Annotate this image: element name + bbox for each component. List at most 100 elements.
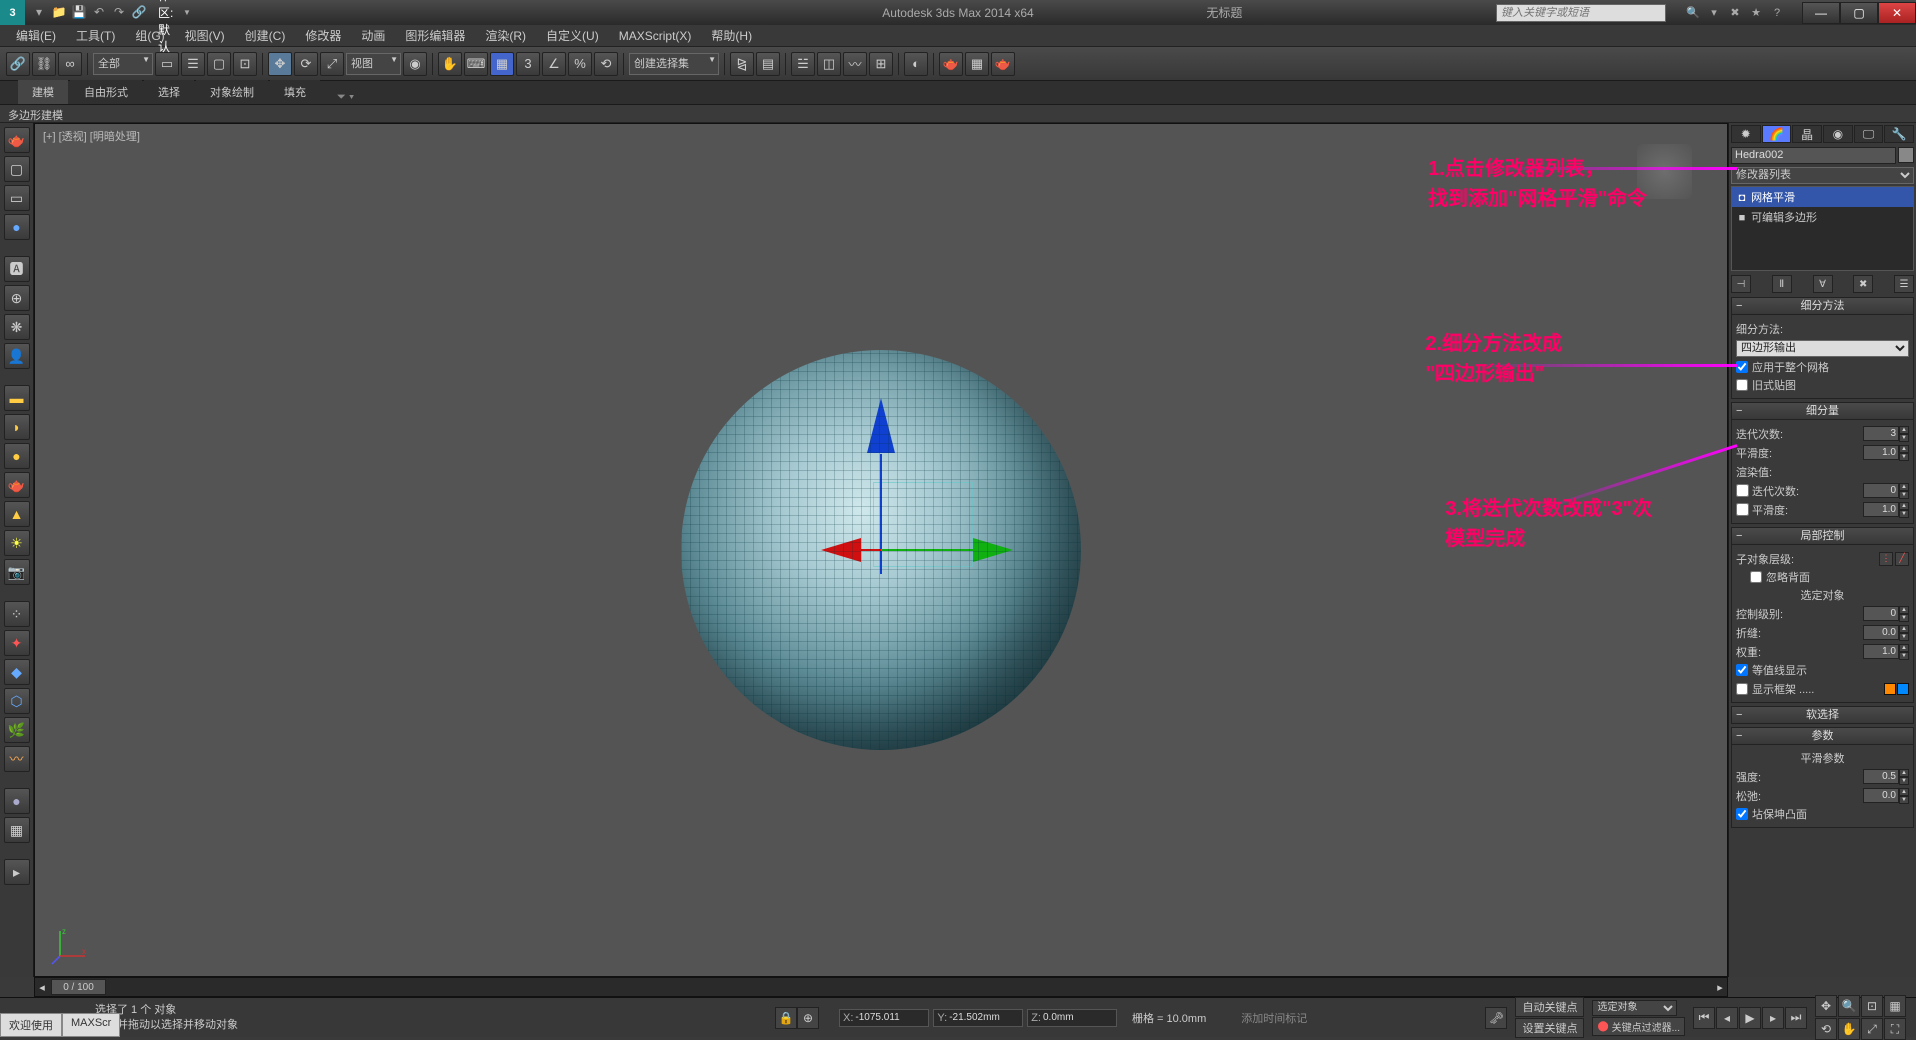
maxscript-tab[interactable]: MAXScr (62, 1013, 120, 1037)
render-iterations-input[interactable] (1863, 483, 1899, 498)
named-sel-combo[interactable]: 创建选择集 (629, 53, 719, 75)
mat-slot-icon[interactable]: ▦ (4, 817, 30, 843)
more-icon[interactable]: ▸ (4, 859, 30, 885)
teapot-prim-icon[interactable]: 🫖 (4, 472, 30, 498)
qat-link-icon[interactable]: 🔗 (130, 3, 148, 21)
scale-icon[interactable]: ⤢ (320, 52, 344, 76)
menu-create[interactable]: 创建(C) (235, 25, 296, 46)
qat-save-icon[interactable]: 💾 (70, 3, 88, 21)
modifier-list-dropdown[interactable]: 修改器列表 (1731, 167, 1914, 184)
add-time-tag[interactable]: 添加时间标记 (1241, 1010, 1307, 1026)
control-level-input[interactable] (1863, 606, 1899, 621)
smoothness-input[interactable] (1863, 445, 1899, 460)
rollout-subdiv-amount-header[interactable]: 细分量 (1731, 402, 1914, 420)
helper-icon[interactable]: ⊕ (4, 285, 30, 311)
stack-item-meshsmooth[interactable]: ◘ 网格平滑 (1732, 187, 1913, 207)
help-search-input[interactable] (1496, 4, 1666, 22)
relax-input[interactable] (1863, 788, 1899, 803)
crease-input[interactable] (1863, 625, 1899, 640)
biped-icon[interactable]: 👤 (4, 343, 30, 369)
ribbon-tab-selection[interactable]: 选择 (144, 80, 194, 104)
render-iter-checkbox[interactable] (1736, 484, 1749, 497)
gizmo-z-axis[interactable] (880, 454, 882, 574)
geometry-icon[interactable]: ◆ (4, 659, 30, 685)
graphite-A-icon[interactable]: 🅰 (4, 256, 30, 282)
z-coord-input[interactable] (1043, 1012, 1113, 1023)
time-left-icon[interactable]: ◂ (35, 981, 49, 994)
rollout-subdiv-method-header[interactable]: 细分方法 (1731, 297, 1914, 315)
nav-pan-icon[interactable]: ✥ (1815, 995, 1837, 1017)
object-name-input[interactable] (1731, 147, 1896, 164)
menu-rendering[interactable]: 渲染(R) (475, 25, 536, 46)
weight-input[interactable] (1863, 644, 1899, 659)
close-button[interactable]: ✕ (1878, 2, 1916, 24)
prev-frame-icon[interactable]: ◂ (1716, 1007, 1738, 1029)
link-icon[interactable]: 🔗 (6, 52, 30, 76)
ignore-backfacing-checkbox[interactable] (1750, 571, 1762, 583)
menu-animation[interactable]: 动画 (351, 25, 395, 46)
dome-icon[interactable]: ◗ (4, 414, 30, 440)
menu-graph-editors[interactable]: 图形编辑器 (395, 25, 475, 46)
qat-undo-icon[interactable]: ↶ (90, 3, 108, 21)
rollout-parameters-header[interactable]: 参数 (1731, 727, 1914, 745)
old-style-checkbox[interactable] (1736, 379, 1748, 391)
modify-tab-icon[interactable]: 🌈 (1762, 125, 1792, 143)
bulb-on-icon[interactable]: ◘ (1736, 192, 1748, 204)
time-slider[interactable]: ◂ 0 / 100 ▸ (34, 977, 1728, 997)
ref-coord-combo[interactable]: 视图 (346, 53, 401, 75)
unique-icon[interactable]: ∀ (1813, 275, 1833, 293)
spinner-snap-icon[interactable]: ⟲ (594, 52, 618, 76)
infocenter-signin-icon[interactable]: ▾ (1705, 4, 1723, 22)
cage-color-2[interactable] (1897, 683, 1909, 695)
move-icon[interactable]: ✥ (268, 52, 292, 76)
sphere-blue-icon[interactable]: ● (4, 214, 30, 240)
render-icon[interactable]: 🫖 (991, 52, 1015, 76)
keep-convex-checkbox[interactable] (1736, 808, 1748, 820)
qat-open-icon[interactable]: 📁 (50, 3, 68, 21)
soccer-ball-model[interactable] (681, 350, 1081, 750)
iterations-input[interactable] (1863, 426, 1899, 441)
manipulate-icon[interactable]: ✋ (438, 52, 462, 76)
sphere-prim-icon[interactable]: ● (4, 443, 30, 469)
hair-icon[interactable]: 〰 (4, 746, 30, 772)
percent-snap-icon[interactable]: % (568, 52, 592, 76)
autokey-button[interactable]: 自动关键点 (1515, 997, 1584, 1017)
cone-icon[interactable]: ▲ (4, 501, 30, 527)
menu-customize[interactable]: 自定义(U) (536, 25, 609, 46)
keyboard-icon[interactable]: ⌨ (464, 52, 488, 76)
qat-new-icon[interactable]: ▾ (30, 3, 48, 21)
remove-mod-icon[interactable]: ✖ (1853, 275, 1873, 293)
next-frame-icon[interactable]: ▸ (1762, 1007, 1784, 1029)
stack-item-editable-poly[interactable]: ■ 可编辑多边形 (1732, 207, 1913, 227)
spinner-down-icon[interactable]: ▼ (1899, 434, 1909, 442)
setkey-button[interactable]: 设置关键点 (1515, 1018, 1584, 1038)
infocenter-help-icon[interactable]: ? (1768, 4, 1786, 22)
key-target-select[interactable]: 选定对象 (1592, 1000, 1677, 1016)
rollout-soft-selection-header[interactable]: 软选择 (1731, 706, 1914, 724)
render-smooth-checkbox[interactable] (1736, 503, 1749, 516)
key-icon[interactable]: ⬤ (1597, 1021, 1608, 1032)
bulb-icon[interactable]: ■ (1736, 212, 1748, 224)
viewport-perspective[interactable]: [+] [透视] [明暗处理] zx 1.点击修改器列表， 找到添加"网格平滑"… (34, 123, 1728, 977)
menu-help[interactable]: 帮助(H) (701, 25, 762, 46)
menu-maxscript[interactable]: MAXScript(X) (609, 27, 702, 45)
rollout-local-control-header[interactable]: 局部控制 (1731, 527, 1914, 545)
gizmo-z-arrow-icon[interactable] (867, 398, 895, 453)
ribbon-collapse-icon[interactable]: ⏷ ▾ (337, 91, 354, 104)
select-icon[interactable]: ▭ (155, 52, 179, 76)
nav-fov-icon[interactable]: ⊡ (1861, 995, 1883, 1017)
bind-icon[interactable]: ∞ (58, 52, 82, 76)
gizmo-plane[interactable] (873, 482, 973, 567)
align-icon[interactable]: ▤ (756, 52, 780, 76)
gizmo-y-arrow-icon[interactable] (973, 538, 1013, 562)
infocenter-favorite-icon[interactable]: ★ (1747, 4, 1765, 22)
render-frame-icon[interactable]: ▦ (965, 52, 989, 76)
wand-icon[interactable]: ✦ (4, 630, 30, 656)
spinner-up-icon[interactable]: ▲ (1899, 426, 1909, 434)
viewport-label[interactable]: [+] [透视] [明暗处理] (43, 128, 140, 144)
utilities-tab-icon[interactable]: 🔧 (1884, 125, 1914, 143)
particle-view-icon[interactable]: ⁘ (4, 601, 30, 627)
subobj-edge-icon[interactable]: ╱ (1895, 552, 1909, 566)
x-coord-input[interactable] (855, 1012, 925, 1023)
plane-icon[interactable]: ▭ (4, 185, 30, 211)
